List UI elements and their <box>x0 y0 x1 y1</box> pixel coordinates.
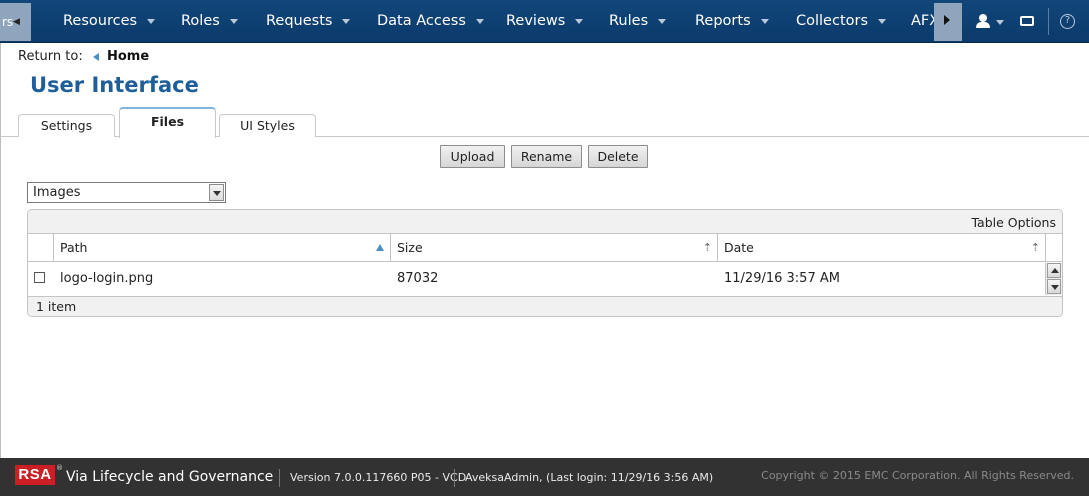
help-button[interactable]: ? <box>1058 0 1078 43</box>
top-navigation: rs ◀ Resources Roles Requests Data Acces… <box>0 0 1089 43</box>
nav-divider <box>1048 8 1049 35</box>
files-table: Table Options Path Size ⇡ Date ⇡ logo-lo… <box>27 209 1063 317</box>
column-header-size[interactable]: Size ⇡ <box>391 234 718 262</box>
nav-item-roles[interactable]: Roles <box>181 0 238 43</box>
nav-item-resources[interactable]: Resources <box>63 0 156 43</box>
chevron-down-icon <box>996 20 1004 25</box>
chevron-down-icon <box>147 18 156 24</box>
cell-size: 87032 <box>397 271 439 286</box>
user-menu-button[interactable] <box>974 0 1004 43</box>
column-label: Size <box>397 240 423 255</box>
nav-item-label: Rules <box>609 13 649 29</box>
nav-item-partial[interactable]: rs <box>0 15 13 29</box>
row-checkbox[interactable] <box>34 272 45 283</box>
nav-item-rules[interactable]: Rules <box>609 0 667 43</box>
chevron-up-icon <box>1051 268 1059 273</box>
rename-button[interactable]: Rename <box>511 145 582 168</box>
nav-item-reviews[interactable]: Reviews <box>506 0 584 43</box>
table-toolbar: Table Options <box>28 210 1062 234</box>
nav-tools: ? <box>962 0 1089 43</box>
nav-item-label: AFX <box>911 13 934 29</box>
nav-item-label: Roles <box>181 13 220 29</box>
nav-menu: Resources Roles Requests Data Access Rev… <box>31 0 934 43</box>
tab-files[interactable]: Files <box>119 107 216 138</box>
chevron-down-icon <box>760 18 769 24</box>
dropdown-button[interactable] <box>209 184 224 201</box>
nav-item-label: Requests <box>266 13 333 29</box>
select-all-header <box>28 234 54 262</box>
version-text: Version 7.0.0.117660 P05 - VCD <box>290 471 467 484</box>
nav-item-data-access[interactable]: Data Access <box>377 0 484 43</box>
nav-scroll-left-button[interactable]: rs ◀ <box>0 3 31 41</box>
chevron-down-icon <box>658 18 667 24</box>
sort-ascending-icon <box>376 244 384 251</box>
app-footer: RSA ® Via Lifecycle and Governance Versi… <box>0 458 1089 496</box>
vertical-scrollbar[interactable] <box>1045 263 1062 295</box>
nav-item-requests[interactable]: Requests <box>266 0 351 43</box>
left-border <box>0 43 1 458</box>
chevron-down-icon <box>1051 285 1059 290</box>
nav-item-afx[interactable]: AFX <box>911 0 934 43</box>
cell-path: logo-login.png <box>60 271 154 286</box>
back-arrow-icon <box>92 52 99 61</box>
login-info: AveksaAdmin, (Last login: 11/29/16 3:56 … <box>465 471 714 484</box>
nav-item-label: Reviews <box>506 13 566 29</box>
trademark-symbol: ® <box>56 464 63 472</box>
scroll-left-icon: ◀ <box>13 17 20 27</box>
chevron-down-icon <box>342 18 351 24</box>
scroll-right-icon <box>944 15 950 25</box>
tab-label: Files <box>150 114 185 129</box>
nav-item-reports[interactable]: Reports <box>695 0 769 43</box>
page-title: User Interface <box>30 73 199 97</box>
chevron-down-icon <box>213 191 221 196</box>
delete-button[interactable]: Delete <box>588 145 648 168</box>
breadcrumb: Return to: Home <box>18 49 149 64</box>
breadcrumb-prefix: Return to: <box>18 49 83 64</box>
file-type-value: Images <box>33 185 81 200</box>
scroll-down-button[interactable] <box>1047 279 1061 294</box>
user-icon <box>979 14 987 22</box>
footer-divider <box>279 469 280 487</box>
item-count: 1 item <box>36 299 77 314</box>
copyright-text: Copyright © 2015 EMC Corporation. All Ri… <box>761 469 1074 482</box>
sort-toggle-icon: ⇡ <box>1030 241 1040 254</box>
table-footer: 1 item <box>28 296 1062 316</box>
nav-item-label: Data Access <box>377 13 466 29</box>
nav-item-label: Collectors <box>796 13 869 29</box>
help-icon: ? <box>1060 14 1075 29</box>
nav-item-label: Resources <box>63 13 138 29</box>
tab-settings[interactable]: Settings <box>18 114 115 137</box>
table-options-link[interactable]: Table Options <box>971 215 1056 230</box>
tab-ui-styles[interactable]: UI Styles <box>219 114 316 137</box>
file-type-select[interactable]: Images <box>27 182 226 203</box>
sort-toggle-icon: ⇡ <box>702 241 712 254</box>
column-header-path[interactable]: Path <box>54 234 391 262</box>
scroll-up-button[interactable] <box>1047 263 1061 278</box>
product-name: Via Lifecycle and Governance <box>66 469 274 485</box>
table-row[interactable]: logo-login.png 87032 11/29/16 3:57 AM <box>28 263 1046 295</box>
rsa-logo: RSA <box>15 465 55 485</box>
column-label: Date <box>724 240 754 255</box>
nav-item-collectors[interactable]: Collectors <box>796 0 887 43</box>
table-header: Path Size ⇡ Date ⇡ <box>28 234 1062 262</box>
nav-scroll-right-button[interactable] <box>934 3 962 41</box>
row-select-cell <box>28 263 54 295</box>
chevron-down-icon <box>229 18 238 24</box>
nav-item-label: Reports <box>695 13 751 29</box>
column-label: Path <box>60 240 88 255</box>
cell-date: 11/29/16 3:57 AM <box>724 271 840 286</box>
footer-divider <box>454 469 455 487</box>
chevron-down-icon <box>575 18 584 24</box>
tab-label: Settings <box>40 118 93 133</box>
tab-label: UI Styles <box>240 118 295 133</box>
chevron-down-icon <box>878 18 887 24</box>
home-link[interactable]: Home <box>107 49 149 64</box>
user-icon-body <box>976 22 990 28</box>
inbox-button[interactable] <box>1018 0 1038 43</box>
chevron-down-icon <box>475 18 484 24</box>
upload-button[interactable]: Upload <box>440 145 505 168</box>
tab-bar: Settings Files UI Styles <box>0 107 1089 138</box>
inbox-icon <box>1020 16 1034 26</box>
column-header-date[interactable]: Date ⇡ <box>718 234 1046 262</box>
